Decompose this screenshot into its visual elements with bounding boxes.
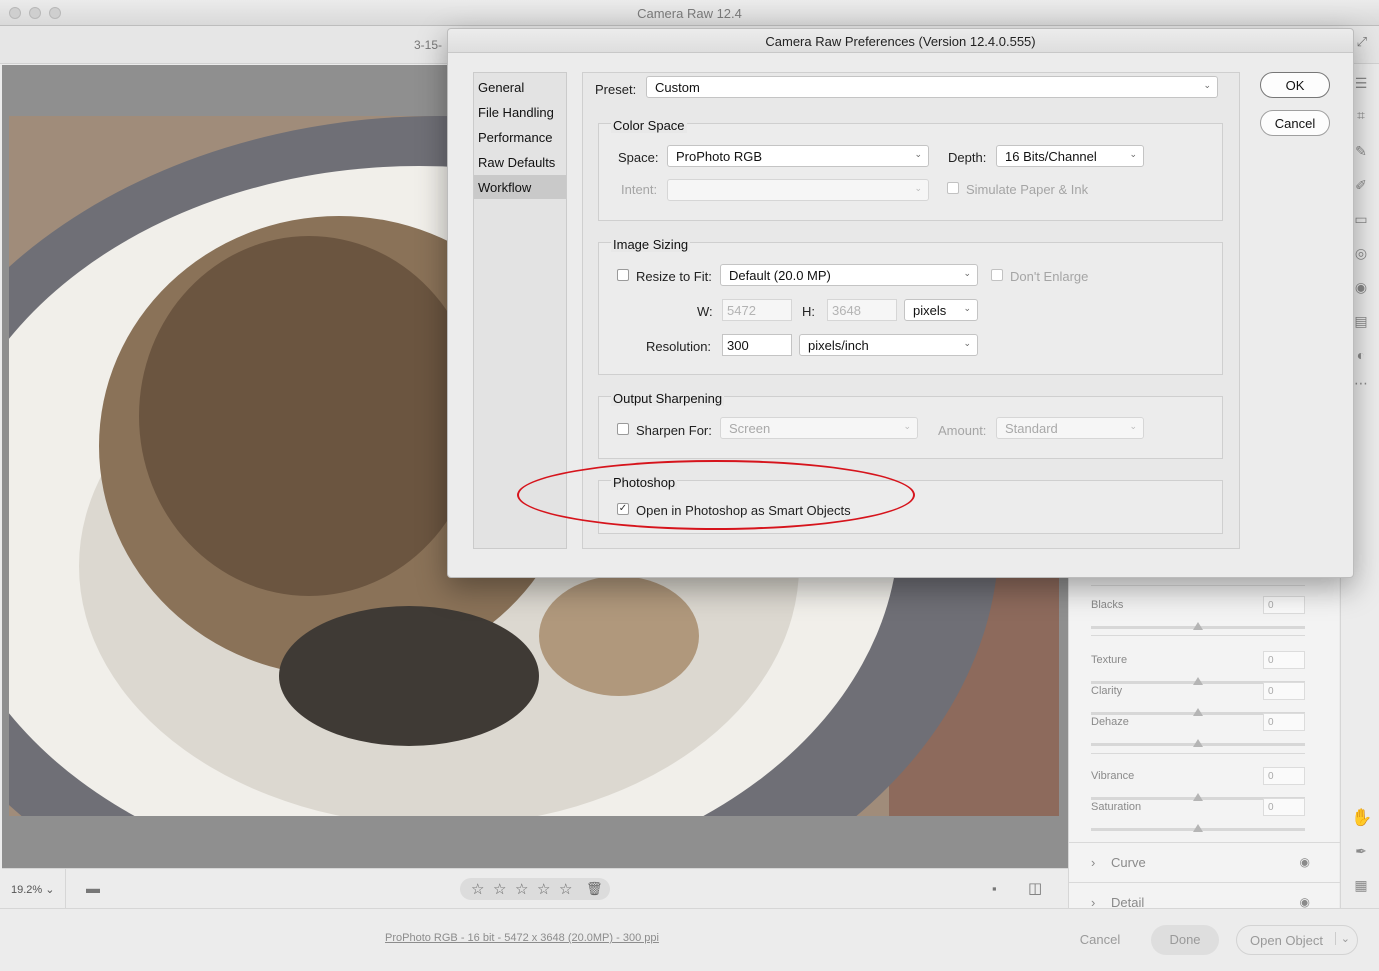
star-icon[interactable]: ☆ <box>471 880 484 898</box>
star-icon[interactable]: ☆ <box>559 880 572 898</box>
cancel-dialog-button[interactable]: Cancel <box>1260 110 1330 136</box>
file-name: 3-15- <box>414 38 443 52</box>
chevron-right-icon: › <box>1091 855 1096 870</box>
workflow-settings: Preset: Custom ⌄ Color Space Space: ProPh… <box>582 72 1240 549</box>
eyedropper-icon[interactable]: ✒ <box>1351 843 1371 860</box>
cancel-button[interactable]: Cancel <box>1070 925 1130 955</box>
width-input[interactable]: 5472 <box>722 299 792 321</box>
grid-icon[interactable]: ▦ <box>1351 877 1371 894</box>
chevron-down-icon[interactable]: ⌄ <box>1334 932 1350 945</box>
space-label: Space: <box>618 150 659 165</box>
chevron-down-icon: ⌄ <box>963 303 971 313</box>
done-button[interactable]: Done <box>1151 925 1219 955</box>
smart-objects-checkbox[interactable]: ✓ <box>617 503 629 515</box>
resolution-unit-select[interactable]: pixels/inch ⌄ <box>799 334 978 356</box>
preferences-dialog: Camera Raw Preferences (Version 12.4.0.5… <box>447 28 1354 578</box>
resolution-label: Resolution: <box>646 339 712 354</box>
fullscreen-icon[interactable]: ⤢ <box>1357 34 1367 50</box>
chevron-down-icon: ⌄ <box>914 183 922 193</box>
chevron-down-icon: ⌄ <box>914 149 922 159</box>
sharpen-for-checkbox[interactable] <box>617 423 629 435</box>
trash-icon[interactable]: 🗑 <box>586 881 603 897</box>
output-sharpening-title: Output Sharpening <box>611 391 725 406</box>
image-sizing-title: Image Sizing <box>611 237 691 252</box>
space-select[interactable]: ProPhoto RGB ⌄ <box>667 145 929 167</box>
app-titlebar: Camera Raw 12.4 <box>0 0 1379 26</box>
ok-button[interactable]: OK <box>1260 72 1330 98</box>
chevron-down-icon: ⌄ <box>1129 421 1137 431</box>
star-icon[interactable]: ☆ <box>493 880 506 898</box>
snapshots-icon[interactable]: ▤ <box>1351 313 1371 330</box>
photoshop-title: Photoshop <box>611 475 678 490</box>
healing-brush-icon[interactable]: ✎ <box>1351 143 1371 160</box>
chevron-down-icon: ⌄ <box>963 268 971 278</box>
preview-bottombar: 19.2% ⌄ ▬ ☆ ☆ ☆ ☆ ☆ 🗑 ▪ ◫ <box>2 868 1068 909</box>
sidebar-item-performance[interactable]: Performance <box>474 125 566 149</box>
amount-label: Amount: <box>938 423 987 438</box>
workflow-options-link[interactable]: ProPhoto RGB - 16 bit - 5472 x 3648 (20.… <box>385 932 659 944</box>
chevron-down-icon: ⌄ <box>1203 80 1211 90</box>
amount-select[interactable]: Standard ⌄ <box>996 417 1144 439</box>
color-space-title: Color Space <box>611 118 687 133</box>
more-icon[interactable]: ⋯ <box>1351 375 1371 392</box>
resize-to-fit-checkbox[interactable] <box>617 269 629 281</box>
width-label: W: <box>697 304 713 319</box>
app-title: Camera Raw 12.4 <box>637 6 742 21</box>
sliders-icon[interactable]: ☰ <box>1351 75 1371 92</box>
crop-icon[interactable]: ⌗ <box>1351 107 1371 124</box>
star-icon[interactable]: ☆ <box>537 880 550 898</box>
size-unit-select[interactable]: pixels ⌄ <box>904 299 978 321</box>
resize-to-fit-label: Resize to Fit: <box>636 269 712 284</box>
sharpen-for-label: Sharpen For: <box>636 423 712 438</box>
simulate-paper-label: Simulate Paper & Ink <box>966 182 1089 197</box>
filmstrip-icon[interactable]: ▬ <box>86 880 100 896</box>
red-eye-icon[interactable]: ◉ <box>1351 279 1371 296</box>
resolution-input[interactable]: 300 <box>722 334 792 356</box>
smart-objects-label: Open in Photoshop as Smart Objects <box>636 503 851 518</box>
chevron-down-icon: ⌄ <box>1129 149 1137 159</box>
curve-section-header[interactable]: › Curve ◉ <box>1069 842 1340 882</box>
open-object-button[interactable]: Open Object ⌄ <box>1236 925 1358 955</box>
chevron-down-icon: ⌄ <box>903 421 911 431</box>
chevron-down-icon: ⌄ <box>45 884 55 896</box>
before-after-icon[interactable]: ◫ <box>1028 879 1042 897</box>
sidebar-item-workflow[interactable]: Workflow <box>474 175 566 199</box>
brush-icon[interactable]: ✐ <box>1351 177 1371 194</box>
graduated-filter-icon[interactable]: ▭ <box>1351 211 1371 228</box>
footer-bar: ProPhoto RGB - 16 bit - 5472 x 3648 (20.… <box>0 908 1379 971</box>
resize-to-fit-select[interactable]: Default (20.0 MP) ⌄ <box>720 264 978 286</box>
star-icon[interactable]: ☆ <box>515 880 528 898</box>
preset-label: Preset: <box>595 82 637 97</box>
height-input[interactable]: 3648 <box>827 299 897 321</box>
detail-section-header[interactable]: › Detail ◉ <box>1069 882 1340 910</box>
hand-icon[interactable]: ✋ <box>1351 808 1372 828</box>
sidebar-item-general[interactable]: General <box>474 75 566 99</box>
depth-label: Depth: <box>948 150 987 165</box>
chevron-down-icon: ⌄ <box>963 338 971 348</box>
radial-filter-icon[interactable]: ◎ <box>1351 245 1371 262</box>
dont-enlarge-label: Don't Enlarge <box>1010 269 1089 284</box>
height-label: H: <box>802 304 815 319</box>
presets-icon[interactable]: ◐ <box>1351 347 1371 363</box>
preset-select[interactable]: Custom ⌄ <box>646 76 1218 98</box>
preview-toggle-icon[interactable]: ▪ <box>992 881 997 896</box>
eye-icon[interactable]: ◉ <box>1300 855 1310 869</box>
intent-select[interactable]: ⌄ <box>667 179 929 201</box>
dialog-title: Camera Raw Preferences (Version 12.4.0.5… <box>448 29 1353 53</box>
eye-icon[interactable]: ◉ <box>1300 895 1310 909</box>
dont-enlarge-checkbox[interactable] <box>991 269 1003 281</box>
sidebar-item-file-handling[interactable]: File Handling <box>474 100 566 124</box>
depth-select[interactable]: 16 Bits/Channel ⌄ <box>996 145 1144 167</box>
color-space-group <box>598 123 1223 221</box>
sharpen-for-select[interactable]: Screen ⌄ <box>720 417 918 439</box>
zoom-level-select[interactable]: 19.2% ⌄ <box>2 869 66 909</box>
simulate-paper-checkbox[interactable] <box>947 182 959 194</box>
star-rating[interactable]: ☆ ☆ ☆ ☆ ☆ 🗑 <box>460 878 610 900</box>
checkmark-icon: ✓ <box>618 503 628 514</box>
intent-label: Intent: <box>621 182 658 197</box>
sidebar-item-raw-defaults[interactable]: Raw Defaults <box>474 150 566 174</box>
preferences-sidebar: General File Handling Performance Raw De… <box>473 72 567 549</box>
